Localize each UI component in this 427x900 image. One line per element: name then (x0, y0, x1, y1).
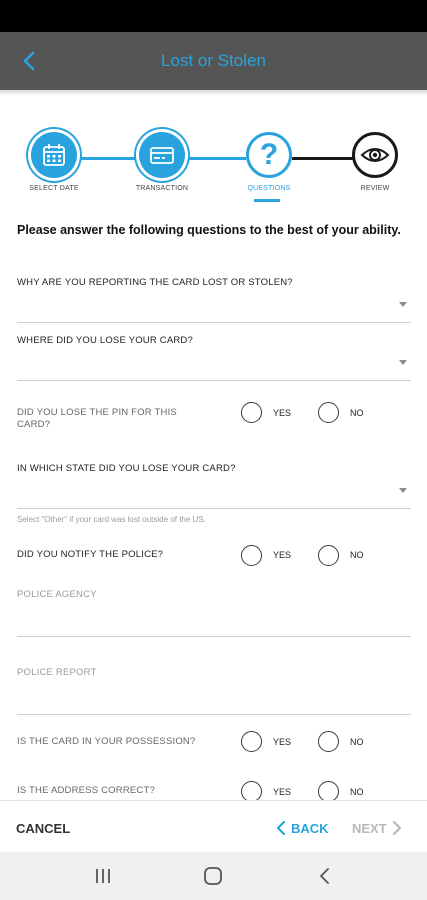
step-connector (76, 157, 138, 160)
step-label: TRANSACTION (135, 185, 189, 192)
address-no-radio[interactable] (318, 781, 339, 802)
chevron-right-icon (392, 820, 401, 836)
step-connector (292, 157, 354, 160)
radio-label: NO (350, 550, 364, 560)
address-yes-radio[interactable] (241, 781, 262, 802)
chevron-left-icon (276, 820, 286, 836)
app-bar: Lost or Stolen (0, 32, 427, 90)
radio-label: NO (350, 408, 364, 418)
back-button[interactable]: BACK (275, 818, 329, 838)
dropdown-arrow-icon (399, 488, 407, 493)
chevron-left-icon (320, 868, 329, 884)
recent-apps-button[interactable] (94, 866, 112, 891)
calendar-icon (43, 144, 65, 166)
possession-label: IS THE CARD IN YOUR POSSESSION? (17, 736, 196, 747)
radio-label: NO (350, 737, 364, 747)
radio-label: YES (273, 550, 292, 560)
state-dropdown[interactable] (17, 478, 411, 508)
home-icon (204, 867, 222, 885)
notify-police-no-radio[interactable] (318, 545, 339, 566)
cancel-button[interactable]: CANCEL (16, 821, 70, 836)
state-hint: Select "Other" if your card was lost out… (17, 515, 206, 524)
next-button-label: NEXT (352, 820, 387, 836)
step-transaction[interactable] (139, 132, 185, 178)
possession-no-radio[interactable] (318, 731, 339, 752)
step-label: REVIEW (360, 185, 390, 192)
radio-label: YES (273, 737, 292, 747)
notify-police-yes-radio[interactable] (241, 545, 262, 566)
back-button-label: BACK (291, 820, 329, 836)
recent-apps-icon (96, 869, 110, 883)
step-review[interactable] (352, 132, 398, 178)
active-step-indicator (254, 199, 280, 202)
system-nav-bar (0, 852, 427, 900)
location-label: WHERE DID YOU LOSE YOUR CARD? (17, 335, 193, 346)
location-dropdown[interactable] (17, 350, 411, 380)
radio-label: YES (273, 408, 292, 418)
divider (17, 508, 411, 509)
app-bar-shadow (0, 90, 427, 96)
lost-pin-no-radio[interactable] (318, 402, 339, 423)
eye-icon (360, 148, 390, 162)
lost-pin-yes-radio[interactable] (241, 402, 262, 423)
step-connector (184, 157, 246, 160)
divider (17, 322, 411, 323)
instructions-text: Please answer the following questions to… (17, 223, 401, 237)
police-report-input[interactable]: POLICE REPORT (17, 661, 411, 714)
question-mark-icon: ? (259, 138, 279, 171)
reason-dropdown[interactable] (17, 292, 411, 322)
police-agency-placeholder: POLICE AGENCY (17, 589, 97, 600)
progress-stepper: ? SELECT DATE TRANSACTION QUESTIONS REVI… (0, 132, 427, 202)
dropdown-arrow-icon (399, 360, 407, 365)
step-label: SELECT DATE (29, 185, 79, 192)
divider (17, 714, 411, 715)
divider (17, 380, 411, 381)
address-label: IS THE ADDRESS CORRECT? (17, 785, 155, 796)
next-button[interactable]: NEXT (352, 818, 403, 838)
radio-label: YES (273, 787, 292, 797)
step-questions[interactable]: ? (246, 132, 292, 178)
state-label: IN WHICH STATE DID YOU LOSE YOUR CARD? (17, 463, 236, 474)
lost-pin-label: DID YOU LOSE THE PIN FOR THIS CARD? (17, 407, 177, 430)
radio-label: NO (350, 787, 364, 797)
notify-police-label: DID YOU NOTIFY THE POLICE? (17, 549, 164, 560)
dropdown-arrow-icon (399, 302, 407, 307)
step-select-date[interactable] (31, 132, 77, 178)
step-label: QUESTIONS (247, 185, 291, 192)
system-back-button[interactable] (316, 866, 334, 891)
divider (17, 636, 411, 637)
possession-yes-radio[interactable] (241, 731, 262, 752)
credit-card-icon (150, 147, 174, 164)
police-report-placeholder: POLICE REPORT (17, 667, 97, 678)
home-button[interactable] (203, 866, 223, 891)
reason-label: WHY ARE YOU REPORTING THE CARD LOST OR S… (17, 277, 293, 288)
status-bar (0, 0, 427, 32)
police-agency-input[interactable]: POLICE AGENCY (17, 583, 411, 636)
page-title: Lost or Stolen (161, 51, 266, 70)
bottom-action-bar: CANCEL BACK NEXT (0, 800, 427, 852)
